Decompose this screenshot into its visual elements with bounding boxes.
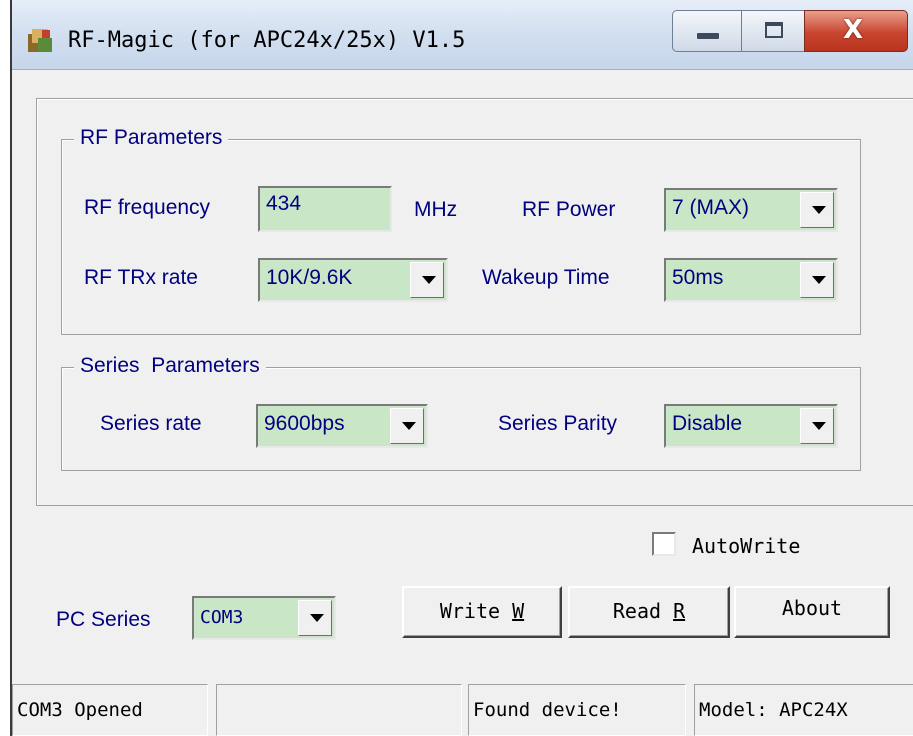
client-area: RF Parameters RF frequency 434 MHz RF Po… xyxy=(12,70,913,736)
rf-parameters-group: RF Parameters RF frequency 434 MHz RF Po… xyxy=(61,126,861,335)
about-button[interactable]: About xyxy=(734,586,890,638)
write-button-hotkey: W xyxy=(512,599,525,623)
rf-trx-rate-value: 10K/9.6K xyxy=(266,266,353,289)
rf-power-value: 7 (MAX) xyxy=(672,196,750,219)
rf-power-select[interactable]: 7 (MAX) xyxy=(664,188,838,232)
series-parity-value: Disable xyxy=(672,412,743,435)
read-button-label: Read xyxy=(612,599,674,623)
read-button[interactable]: Read R xyxy=(568,586,730,638)
dropdown-arrow-icon[interactable] xyxy=(390,408,424,444)
write-button[interactable]: Write W xyxy=(402,586,562,638)
dropdown-arrow-icon[interactable] xyxy=(800,262,834,298)
write-button-label: Write xyxy=(439,599,513,623)
app-icon xyxy=(28,29,52,52)
status-empty xyxy=(216,684,462,736)
rf-trx-rate-select[interactable]: 10K/9.6K xyxy=(258,258,448,302)
pc-series-select[interactable]: COM3 xyxy=(192,596,336,640)
series-parameters-group: Series Parameters Series rate 9600bps Se… xyxy=(61,354,861,471)
wakeup-time-select[interactable]: 50ms xyxy=(664,258,838,302)
series-parity-select[interactable]: Disable xyxy=(664,404,838,448)
maximize-button[interactable] xyxy=(741,10,805,52)
maximize-icon xyxy=(765,22,783,38)
rf-power-label: RF Power xyxy=(522,198,616,221)
dropdown-arrow-icon[interactable] xyxy=(800,408,834,444)
series-parameters-legend: Series Parameters xyxy=(74,354,266,378)
rf-parameters-legend: RF Parameters xyxy=(74,126,229,150)
window-title: RF-Magic (for APC24x/25x) V1.5 xyxy=(68,28,466,53)
series-rate-select[interactable]: 9600bps xyxy=(256,404,428,448)
status-device: Found device! xyxy=(468,684,686,736)
series-parity-label: Series Parity xyxy=(498,412,618,435)
wakeup-time-label: Wakeup Time xyxy=(482,266,610,289)
title-bar[interactable]: RF-Magic (for APC24x/25x) V1.5 X xyxy=(12,0,913,70)
parameters-panel: RF Parameters RF frequency 434 MHz RF Po… xyxy=(36,98,913,506)
app-window: RF-Magic (for APC24x/25x) V1.5 X RF Para… xyxy=(10,0,913,736)
minimize-button[interactable] xyxy=(672,10,742,52)
rf-frequency-unit: MHz xyxy=(414,198,458,221)
rf-frequency-field[interactable]: 434 xyxy=(258,186,392,232)
dropdown-arrow-icon[interactable] xyxy=(800,192,834,228)
series-rate-value: 9600bps xyxy=(264,412,345,435)
rf-frequency-label: RF frequency xyxy=(84,196,211,219)
wakeup-time-value: 50ms xyxy=(672,266,724,289)
close-icon: X xyxy=(843,15,864,45)
minimize-icon xyxy=(697,33,719,39)
status-connection: COM3 Opened xyxy=(12,684,208,736)
close-button[interactable]: X xyxy=(804,10,908,52)
status-model: Model: APC24X xyxy=(694,684,913,736)
autowrite-checkbox[interactable] xyxy=(652,532,676,556)
rf-trx-rate-label: RF TRx rate xyxy=(84,266,198,289)
dropdown-arrow-icon[interactable] xyxy=(298,600,332,636)
autowrite-label[interactable]: AutoWrite xyxy=(692,534,800,558)
dropdown-arrow-icon[interactable] xyxy=(410,262,444,298)
read-button-hotkey: R xyxy=(673,599,686,623)
series-rate-label: Series rate xyxy=(100,412,202,435)
pc-series-value: COM3 xyxy=(200,607,244,628)
pc-series-label: PC Series xyxy=(56,608,151,631)
